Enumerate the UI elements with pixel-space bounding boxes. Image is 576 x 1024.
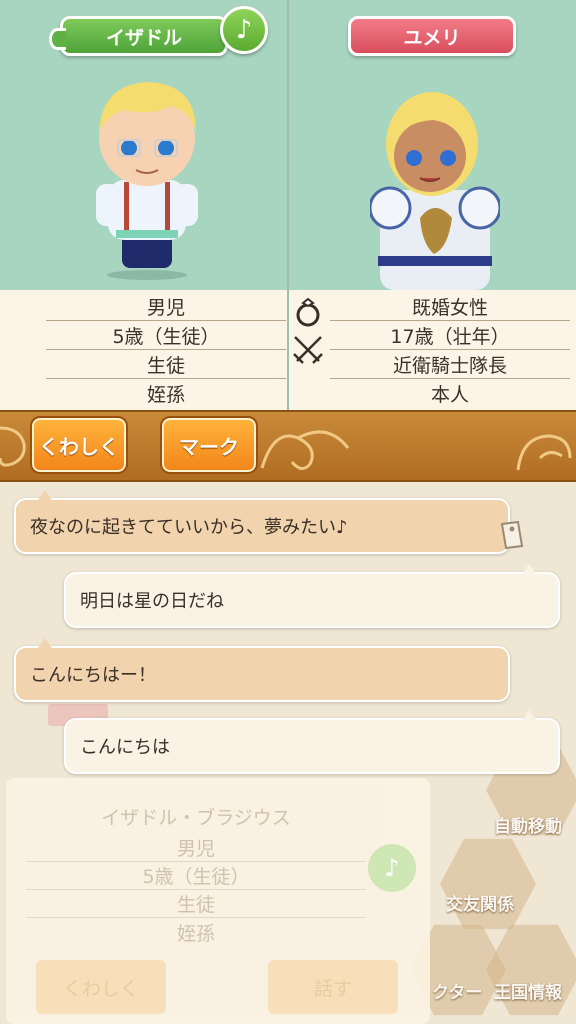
left-profile: 男児 5歳（生徒） 生徒 姪孫	[46, 292, 286, 408]
left-ornament	[0, 426, 26, 467]
bg-talk-button: 話す	[268, 960, 398, 1014]
music-note-icon[interactable]: ♪	[220, 6, 268, 54]
left-age: 5歳（生徒）	[46, 321, 286, 350]
right-relation: 本人	[430, 384, 469, 406]
crossed-swords-icon	[293, 336, 323, 364]
menu-label-character: クター	[432, 983, 483, 1003]
right-ornament	[516, 434, 572, 471]
center-ornament	[260, 430, 350, 470]
right-character-avatar[interactable]	[370, 78, 500, 290]
right-profile: 既婚女性 17歳（壮年） 近衛騎士隊長 本人	[330, 292, 570, 408]
panel-divider	[287, 0, 289, 410]
left-character-avatar[interactable]	[72, 70, 222, 280]
left-occupation: 生徒	[46, 350, 286, 379]
right-age: 17歳（壮年）	[330, 321, 570, 350]
menu-label-kingdom: 王国情報	[494, 983, 562, 1003]
chat-message: 夜なのに起きてていいから、夢みたい♪	[14, 490, 510, 554]
bg-music-icon: ♪	[368, 844, 416, 892]
right-gender: 既婚女性	[330, 292, 570, 321]
chat-message: こんにちはー！	[14, 638, 510, 702]
right-character-name[interactable]: ユメリ	[348, 16, 516, 56]
chat-message: こんにちは	[64, 710, 560, 774]
left-character-name[interactable]: イザドル	[49, 16, 228, 56]
bookmark-tag-icon[interactable]	[498, 520, 524, 550]
detail-button[interactable]: くわしく	[30, 416, 128, 474]
left-relation: 姪孫	[146, 384, 185, 406]
chat-text: こんにちは	[80, 737, 170, 758]
right-occupation: 近衛騎士隊長	[330, 350, 570, 379]
menu-hex-friends	[440, 838, 536, 930]
left-gender: 男児	[46, 292, 286, 321]
background-profile-panel: イザドル・ブラジウス 男児 5歳（生徒） 生徒 姪孫 くわしく 話す	[6, 778, 430, 1024]
chat-text: 明日は星の日だね	[80, 591, 224, 612]
bg-detail-button: くわしく	[36, 960, 166, 1014]
bg-gender: 男児	[26, 834, 366, 862]
menu-label-auto-move: 自動移動	[494, 817, 562, 837]
mark-button[interactable]: マーク	[160, 416, 258, 474]
chat-text: 夜なのに起きてていいから、夢みたい♪	[30, 517, 348, 538]
bg-full-name: イザドル・ブラジウス	[101, 806, 291, 829]
bg-age: 5歳（生徒）	[26, 862, 366, 890]
ring-icon	[296, 297, 320, 327]
menu-hex-kingdom	[486, 924, 576, 1016]
menu-label-friends: 交友関係	[446, 895, 514, 915]
bg-relation: 姪孫	[176, 922, 215, 945]
chat-text: こんにちはー！	[30, 665, 156, 686]
chat-message: 明日は星の日だね	[64, 564, 560, 628]
bg-occupation: 生徒	[26, 890, 366, 918]
